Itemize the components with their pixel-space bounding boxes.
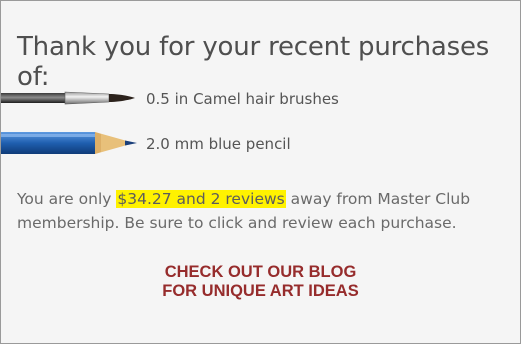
- purchase-item-pencil: 2.0 mm blue pencil: [1, 126, 401, 166]
- message-prefix: You are only: [17, 190, 117, 208]
- paintbrush-icon: [1, 91, 135, 105]
- blog-link-line-1: CHECK OUT OUR BLOG: [164, 263, 357, 281]
- purchase-summary-card: Thank you for your recent purchases of: …: [0, 0, 521, 344]
- purchase-item-brush: 0.5 in Camel hair brushes: [1, 81, 401, 121]
- item-label-pencil: 2.0 mm blue pencil: [146, 135, 291, 153]
- membership-message: You are only $34.27 and 2 reviews away f…: [17, 187, 512, 235]
- highlighted-amount: $34.27 and 2 reviews: [116, 190, 286, 208]
- blog-link-line-2: FOR UNIQUE ART IDEAS: [162, 282, 359, 300]
- blog-link[interactable]: CHECK OUT OUR BLOG FOR UNIQUE ART IDEAS: [1, 263, 520, 301]
- pencil-icon: [1, 132, 137, 154]
- item-label-brush: 0.5 in Camel hair brushes: [146, 90, 339, 108]
